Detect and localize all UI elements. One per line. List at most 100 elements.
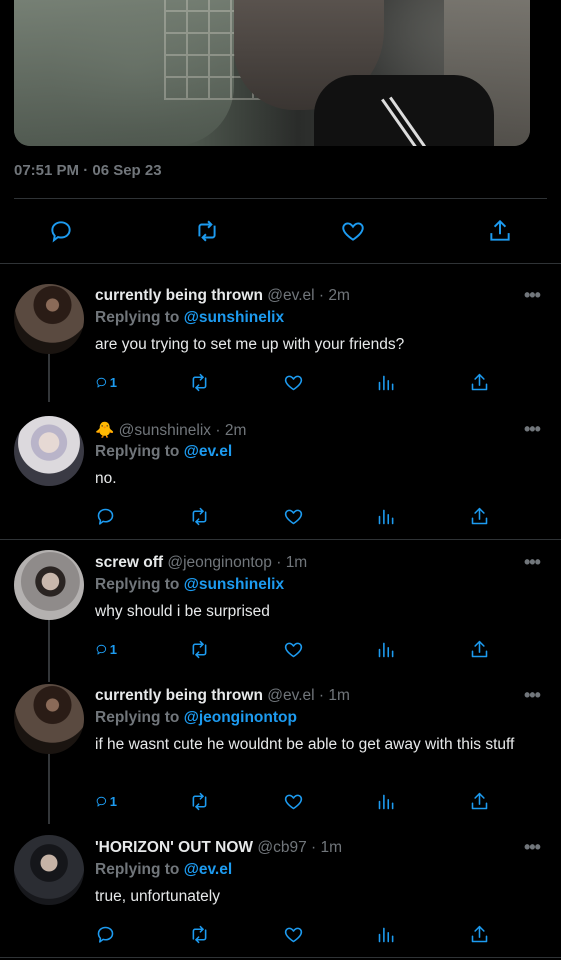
mention-link[interactable]: @sunshinelix (184, 576, 284, 593)
tweet-timestamp[interactable]: 07:51 PM · 06 Sep 23 (14, 162, 162, 179)
reply-button[interactable]: 1 (95, 790, 117, 812)
separator: · (318, 687, 325, 704)
replying-to: Replying to @ev.el (95, 861, 232, 879)
like-icon (284, 375, 303, 390)
retweet-button[interactable] (189, 923, 211, 945)
avatar[interactable] (14, 416, 84, 486)
views-button[interactable] (376, 923, 398, 945)
retweet-button[interactable] (189, 505, 211, 527)
tweet-media-image[interactable] (14, 0, 530, 146)
tweet-text: are you trying to set me up with your fr… (95, 336, 405, 353)
views-button[interactable] (376, 505, 398, 527)
reply-icon (96, 377, 107, 387)
tweet-text: why should i be surprised (95, 603, 270, 620)
like-button[interactable] (283, 923, 305, 945)
time[interactable]: 1m (321, 839, 343, 856)
time[interactable]: 1m (286, 554, 308, 571)
share-button[interactable] (469, 923, 491, 945)
like-button[interactable] (283, 638, 305, 660)
more-icon[interactable]: ••• (524, 552, 541, 573)
reply-button[interactable] (95, 505, 117, 527)
display-name[interactable]: currently being thrown (95, 687, 263, 704)
mention-link[interactable]: @ev.el (184, 443, 232, 460)
retweet-button[interactable] (192, 216, 222, 246)
time[interactable]: 1m (328, 687, 350, 704)
views-icon (378, 927, 394, 942)
tweet-text: if he wasnt cute he wouldnt be able to g… (95, 736, 515, 753)
reply-count: 1 (109, 374, 117, 390)
reply-icon (51, 221, 71, 243)
tweet-header: currently being thrown @ev.el · 1m (95, 687, 350, 705)
more-icon[interactable]: ••• (524, 285, 541, 306)
retweet-button[interactable] (189, 371, 211, 393)
views-icon (378, 794, 394, 809)
reply-button[interactable] (95, 923, 117, 945)
reply-button[interactable] (46, 216, 76, 246)
retweet-icon (192, 507, 207, 525)
like-button[interactable] (283, 371, 305, 393)
retweet-icon (198, 220, 216, 242)
views-button[interactable] (376, 638, 398, 660)
avatar[interactable] (14, 835, 84, 905)
share-button[interactable] (485, 216, 515, 246)
retweet-button[interactable] (189, 638, 211, 660)
tweet-header: 'HORIZON' OUT NOW @cb97 · 1m (95, 839, 342, 857)
reply-icon (97, 508, 114, 525)
avatar[interactable] (14, 550, 84, 620)
mention-link[interactable]: @sunshinelix (184, 309, 284, 326)
divider (0, 957, 561, 958)
share-button[interactable] (469, 505, 491, 527)
tweet-header: currently being thrown @ev.el · 2m (95, 287, 350, 305)
share-icon (471, 373, 488, 390)
share-button[interactable] (469, 638, 491, 660)
retweet-icon (192, 925, 207, 943)
handle[interactable]: @cb97 (257, 839, 306, 856)
time[interactable]: 2m (225, 422, 247, 439)
retweet-button[interactable] (189, 790, 211, 812)
replying-to: Replying to @ev.el (95, 443, 232, 461)
replying-label: Replying to (95, 309, 180, 326)
handle[interactable]: @ev.el (267, 687, 314, 704)
handle[interactable]: @jeonginontop (167, 554, 272, 571)
reply-icon (96, 796, 107, 806)
display-name[interactable]: 🐥 (95, 422, 114, 439)
like-button[interactable] (338, 216, 368, 246)
time[interactable]: 2m (328, 287, 350, 304)
separator: · (311, 839, 317, 856)
display-name[interactable]: currently being thrown (95, 287, 263, 304)
retweet-icon (192, 792, 207, 810)
separator: · (215, 422, 221, 439)
retweet-icon (192, 373, 207, 391)
separator: · (276, 554, 282, 571)
share-button[interactable] (469, 790, 491, 812)
more-icon[interactable]: ••• (524, 837, 541, 858)
mention-link[interactable]: @jeonginontop (184, 709, 297, 726)
reply-icon (96, 644, 107, 654)
share-icon (471, 640, 488, 657)
reply-button[interactable]: 1 (95, 371, 117, 393)
replying-label: Replying to (95, 861, 180, 878)
display-name[interactable]: 'HORIZON' OUT NOW (95, 839, 253, 856)
thread-line (48, 754, 50, 824)
like-icon (284, 642, 303, 657)
like-button[interactable] (283, 505, 305, 527)
mention-link[interactable]: @ev.el (184, 861, 232, 878)
replying-label: Replying to (95, 443, 180, 460)
avatar[interactable] (14, 684, 84, 754)
tweet-header: screw off @jeonginontop · 1m (95, 554, 307, 572)
reply-count: 1 (109, 793, 117, 809)
reply-button[interactable]: 1 (95, 638, 117, 660)
views-icon (378, 642, 394, 657)
handle[interactable]: @sunshinelix (119, 422, 211, 439)
views-button[interactable] (376, 371, 398, 393)
like-button[interactable] (283, 790, 305, 812)
more-icon[interactable]: ••• (524, 419, 541, 440)
share-button[interactable] (469, 371, 491, 393)
more-icon[interactable]: ••• (524, 685, 541, 706)
views-button[interactable] (376, 790, 398, 812)
handle[interactable]: @ev.el (267, 287, 314, 304)
display-name[interactable]: screw off (95, 554, 163, 571)
retweet-icon (192, 640, 207, 658)
replying-label: Replying to (95, 709, 180, 726)
avatar[interactable] (14, 284, 84, 354)
